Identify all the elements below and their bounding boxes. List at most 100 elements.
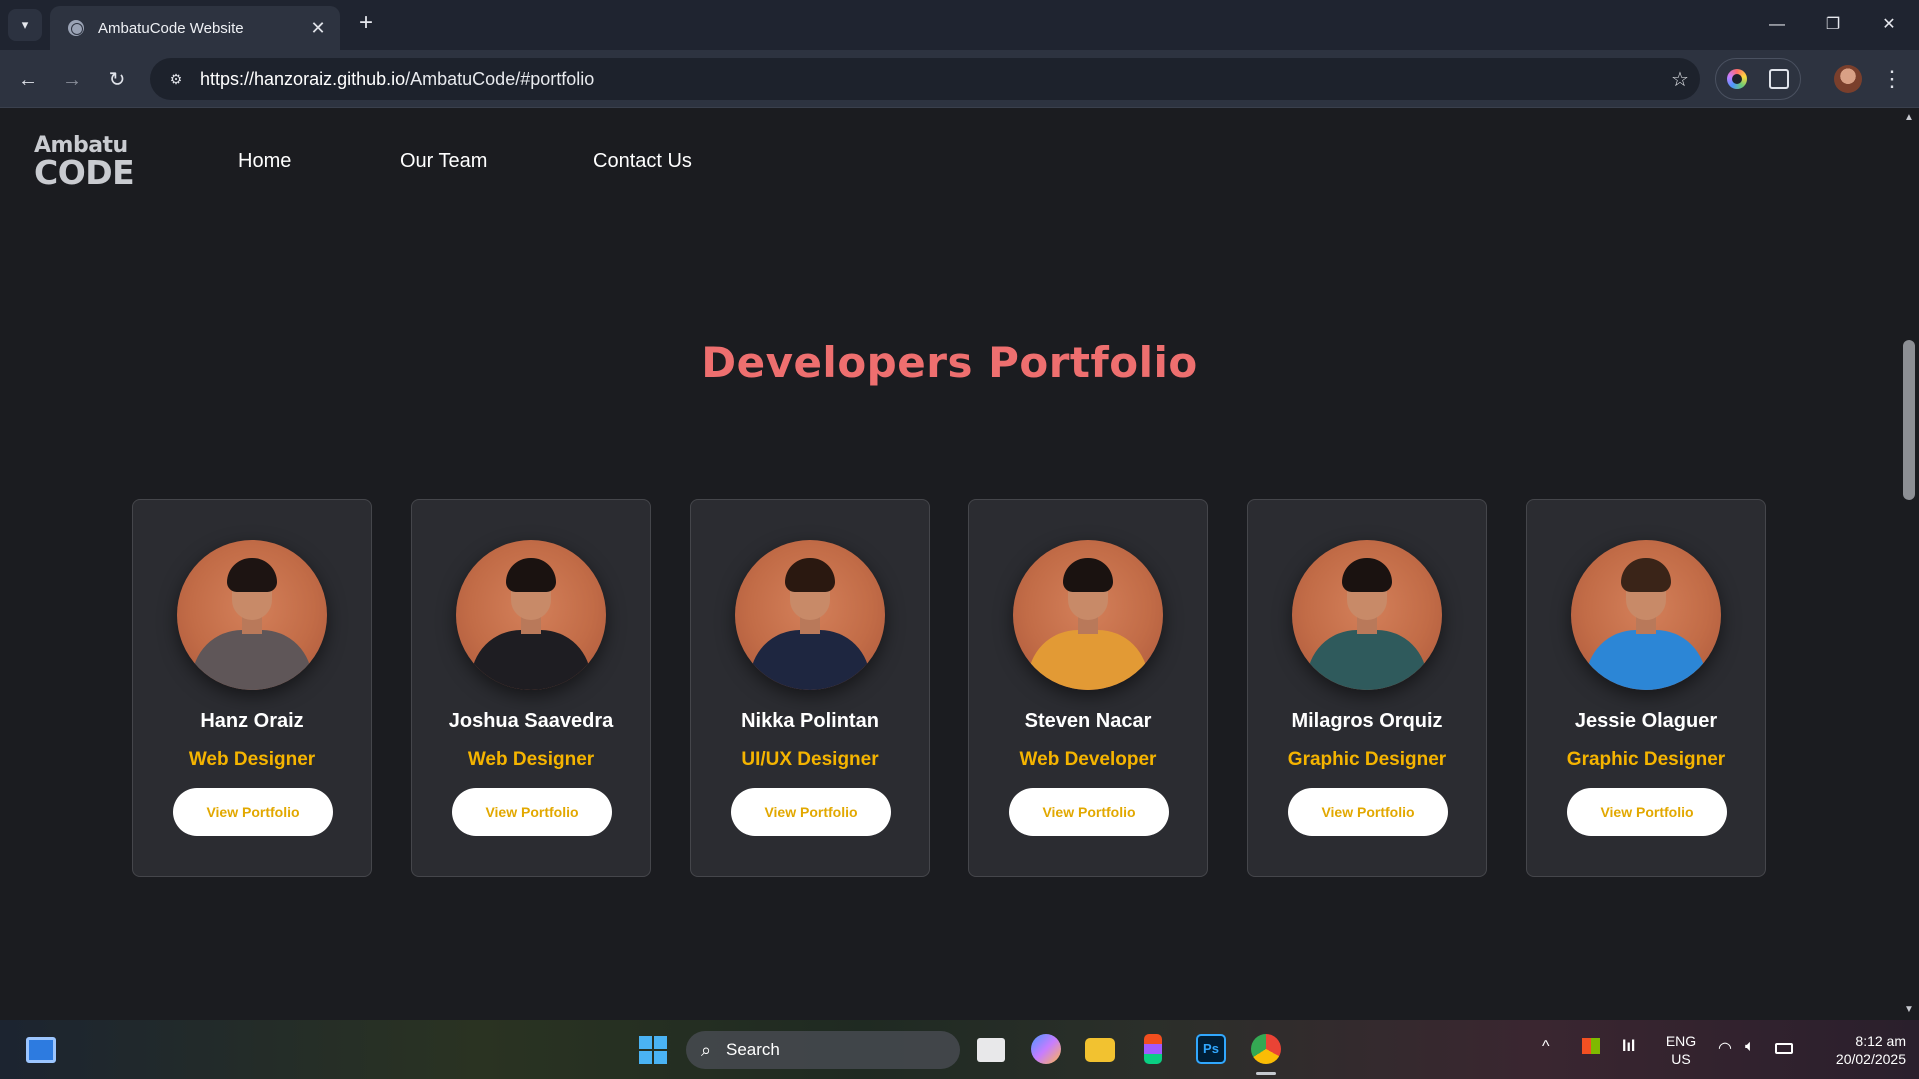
figma-icon[interactable] bbox=[1144, 1034, 1162, 1064]
tab-search-button[interactable]: ▾ bbox=[8, 9, 42, 41]
member-card: Steven Nacar Web Developer View Portfoli… bbox=[968, 499, 1208, 877]
taskbar-search[interactable]: ⌕ Search bbox=[686, 1031, 960, 1069]
taskbar-search-label: Search bbox=[726, 1040, 780, 1059]
site-logo[interactable]: Ambatu CODE bbox=[34, 135, 135, 192]
page-viewport: Ambatu CODE Home Our Team Contact Us Dev… bbox=[0, 108, 1899, 1020]
member-role: Graphic Designer bbox=[1566, 749, 1726, 770]
view-portfolio-button[interactable]: View Portfolio bbox=[173, 788, 333, 836]
url-path: /AmbatuCode/#portfolio bbox=[405, 68, 595, 89]
task-view-icon[interactable] bbox=[977, 1038, 1005, 1062]
member-hair bbox=[1063, 558, 1113, 592]
nav-link-contact-us[interactable]: Contact Us bbox=[593, 150, 692, 173]
copilot-icon[interactable] bbox=[1727, 69, 1747, 89]
member-name: Steven Nacar bbox=[1024, 710, 1152, 732]
member-photo bbox=[456, 540, 606, 690]
member-photo bbox=[1013, 540, 1163, 690]
volume-icon[interactable]: 🔈︎ bbox=[1745, 1038, 1755, 1056]
language-code: ENG bbox=[1665, 1033, 1697, 1049]
nav-link-our-team[interactable]: Our Team bbox=[400, 150, 487, 173]
minimize-icon[interactable]: — bbox=[1757, 10, 1797, 40]
view-portfolio-button[interactable]: View Portfolio bbox=[731, 788, 891, 836]
view-portfolio-button[interactable]: View Portfolio bbox=[1009, 788, 1169, 836]
member-card: Jessie Olaguer Graphic Designer View Por… bbox=[1526, 499, 1766, 877]
extensions-puzzle-icon[interactable] bbox=[1769, 69, 1789, 89]
browser-tab-active[interactable]: AmbatuCode Website ✕ bbox=[50, 6, 340, 50]
member-name: Milagros Orquiz bbox=[1291, 710, 1443, 732]
member-role: UI/UX Designer bbox=[741, 749, 879, 770]
globe-icon bbox=[68, 20, 84, 36]
restore-icon[interactable]: ❐ bbox=[1813, 10, 1853, 40]
battery-icon[interactable] bbox=[1775, 1043, 1793, 1054]
tray-app-icon[interactable] bbox=[1582, 1038, 1600, 1054]
nav-link-home[interactable]: Home bbox=[238, 150, 291, 173]
view-portfolio-button[interactable]: View Portfolio bbox=[452, 788, 612, 836]
region-code: US bbox=[1671, 1051, 1691, 1067]
url-host: https://hanzoraiz.github.io bbox=[200, 68, 406, 89]
photoshop-icon[interactable]: Ps bbox=[1196, 1034, 1226, 1064]
chrome-icon[interactable] bbox=[1251, 1034, 1281, 1064]
member-role: Web Developer bbox=[1019, 749, 1157, 770]
member-hair bbox=[227, 558, 277, 592]
extensions-group bbox=[1715, 58, 1801, 100]
copilot-app-icon[interactable] bbox=[1031, 1034, 1061, 1064]
scroll-up-arrow-icon[interactable]: ▲ bbox=[1903, 112, 1915, 124]
show-hidden-icons-chevron-icon[interactable]: ^ bbox=[1542, 1038, 1550, 1056]
scroll-down-arrow-icon[interactable]: ▼ bbox=[1903, 1004, 1915, 1016]
browser-menu-icon[interactable]: ⋮ bbox=[1880, 64, 1904, 94]
new-tab-button[interactable]: + bbox=[352, 10, 380, 38]
back-arrow-icon[interactable]: ← bbox=[12, 64, 44, 96]
member-shirt bbox=[471, 630, 591, 690]
view-portfolio-button[interactable]: View Portfolio bbox=[1288, 788, 1448, 836]
member-name: Nikka Polintan bbox=[741, 710, 879, 732]
tab-title: AmbatuCode Website bbox=[98, 19, 244, 37]
member-hair bbox=[506, 558, 556, 592]
language-indicator[interactable]: ENG US bbox=[1664, 1032, 1698, 1068]
bookmark-star-icon[interactable]: ☆ bbox=[1660, 67, 1700, 92]
reload-icon[interactable]: ↻ bbox=[101, 64, 133, 96]
window-close-icon[interactable]: ✕ bbox=[1869, 10, 1909, 40]
active-app-indicator bbox=[1256, 1072, 1276, 1075]
member-shirt bbox=[1586, 630, 1706, 690]
member-card: Hanz Oraiz Web Designer View Portfolio bbox=[132, 499, 372, 877]
site-info-icon[interactable]: ⚙ bbox=[156, 71, 196, 88]
profile-avatar[interactable] bbox=[1834, 65, 1862, 93]
widgets-icon[interactable] bbox=[26, 1037, 56, 1063]
member-photo bbox=[1292, 540, 1442, 690]
windows-taskbar: ⌕ Search Ps ^ lıl ENG US ◠ 🔈︎ 8:12 am 20… bbox=[0, 1020, 1919, 1079]
logo-line-code: CODE bbox=[34, 152, 135, 192]
search-icon: ⌕ bbox=[700, 1039, 712, 1060]
wifi-icon[interactable]: ◠ bbox=[1718, 1038, 1732, 1058]
scrollbar-thumb[interactable] bbox=[1903, 340, 1915, 500]
forward-arrow-icon[interactable]: → bbox=[56, 64, 88, 96]
address-bar[interactable]: ⚙ https://hanzoraiz.github.io/AmbatuCode… bbox=[150, 58, 1700, 100]
tab-close-icon[interactable]: ✕ bbox=[308, 18, 328, 39]
page-scrollbar[interactable]: ▲ ▼ bbox=[1899, 108, 1919, 1020]
windows-start-icon[interactable] bbox=[639, 1036, 667, 1064]
member-name: Joshua Saavedra bbox=[448, 710, 614, 732]
member-shirt bbox=[750, 630, 870, 690]
member-photo bbox=[735, 540, 885, 690]
member-photo bbox=[177, 540, 327, 690]
member-hair bbox=[1621, 558, 1671, 592]
member-shirt bbox=[192, 630, 312, 690]
clock-date: 20/02/2025 bbox=[1835, 1051, 1906, 1067]
clock-time: 8:12 am bbox=[1855, 1033, 1906, 1049]
browser-tab-bar: ▾ AmbatuCode Website ✕ + — ❐ ✕ bbox=[0, 0, 1919, 50]
member-role: Web Designer bbox=[188, 749, 316, 770]
member-name: Hanz Oraiz bbox=[200, 710, 304, 732]
browser-toolbar: ← → ↻ ⚙ https://hanzoraiz.github.io/Amba… bbox=[0, 50, 1919, 108]
view-portfolio-button[interactable]: View Portfolio bbox=[1567, 788, 1727, 836]
member-name: Jessie Olaguer bbox=[1574, 710, 1718, 732]
member-shirt bbox=[1028, 630, 1148, 690]
section-title: Developers Portfolio bbox=[701, 338, 1198, 387]
member-card: Joshua Saavedra Web Designer View Portfo… bbox=[411, 499, 651, 877]
taskbar-clock[interactable]: 8:12 am 20/02/2025 bbox=[1810, 1032, 1906, 1068]
file-explorer-icon[interactable] bbox=[1085, 1038, 1115, 1062]
member-card: Milagros Orquiz Graphic Designer View Po… bbox=[1247, 499, 1487, 877]
tray-meter-icon[interactable]: lıl bbox=[1622, 1038, 1635, 1056]
member-card: Nikka Polintan UI/UX Designer View Portf… bbox=[690, 499, 930, 877]
member-hair bbox=[785, 558, 835, 592]
url-text[interactable]: https://hanzoraiz.github.io/AmbatuCode/#… bbox=[196, 69, 1660, 90]
member-role: Graphic Designer bbox=[1287, 749, 1447, 770]
member-photo bbox=[1571, 540, 1721, 690]
